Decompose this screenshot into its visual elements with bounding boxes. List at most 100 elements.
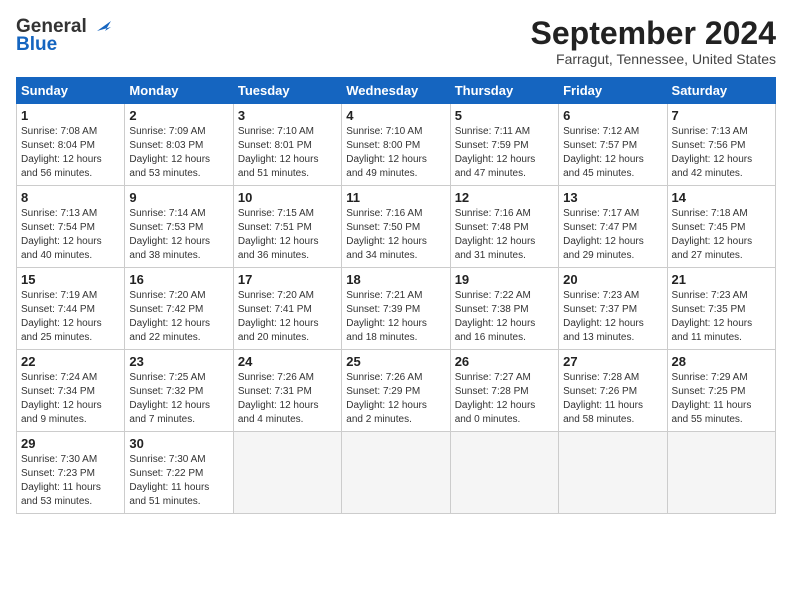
table-row: 26 Sunrise: 7:27 AMSunset: 7:28 PMDaylig… (450, 350, 558, 432)
day-info: Sunrise: 7:10 AMSunset: 8:01 PMDaylight:… (238, 126, 319, 179)
table-row: 15 Sunrise: 7:19 AMSunset: 7:44 PMDaylig… (17, 268, 125, 350)
day-number: 17 (238, 272, 337, 287)
col-saturday: Saturday (667, 78, 775, 104)
table-row: 2 Sunrise: 7:09 AMSunset: 8:03 PMDayligh… (125, 104, 233, 186)
table-row: 23 Sunrise: 7:25 AMSunset: 7:32 PMDaylig… (125, 350, 233, 432)
day-number: 16 (129, 272, 228, 287)
col-wednesday: Wednesday (342, 78, 450, 104)
day-info: Sunrise: 7:16 AMSunset: 7:50 PMDaylight:… (346, 208, 427, 261)
day-number: 15 (21, 272, 120, 287)
day-info: Sunrise: 7:09 AMSunset: 8:03 PMDaylight:… (129, 126, 210, 179)
day-info: Sunrise: 7:26 AMSunset: 7:31 PMDaylight:… (238, 372, 319, 425)
table-row: 5 Sunrise: 7:11 AMSunset: 7:59 PMDayligh… (450, 104, 558, 186)
day-info: Sunrise: 7:17 AMSunset: 7:47 PMDaylight:… (563, 208, 644, 261)
day-number: 22 (21, 354, 120, 369)
col-monday: Monday (125, 78, 233, 104)
day-info: Sunrise: 7:28 AMSunset: 7:26 PMDaylight:… (563, 372, 643, 425)
day-number: 27 (563, 354, 662, 369)
table-row: 28 Sunrise: 7:29 AMSunset: 7:25 PMDaylig… (667, 350, 775, 432)
table-row: 20 Sunrise: 7:23 AMSunset: 7:37 PMDaylig… (559, 268, 667, 350)
table-row: 1 Sunrise: 7:08 AMSunset: 8:04 PMDayligh… (17, 104, 125, 186)
day-number: 7 (672, 108, 771, 123)
day-info: Sunrise: 7:10 AMSunset: 8:00 PMDaylight:… (346, 126, 427, 179)
day-info: Sunrise: 7:26 AMSunset: 7:29 PMDaylight:… (346, 372, 427, 425)
day-info: Sunrise: 7:29 AMSunset: 7:25 PMDaylight:… (672, 372, 752, 425)
day-number: 9 (129, 190, 228, 205)
day-number: 6 (563, 108, 662, 123)
logo-blue: Blue (16, 34, 57, 56)
day-info: Sunrise: 7:11 AMSunset: 7:59 PMDaylight:… (455, 126, 536, 179)
day-number: 19 (455, 272, 554, 287)
day-number: 25 (346, 354, 445, 369)
table-row: 30 Sunrise: 7:30 AMSunset: 7:22 PMDaylig… (125, 432, 233, 514)
day-info: Sunrise: 7:15 AMSunset: 7:51 PMDaylight:… (238, 208, 319, 261)
header: General Blue September 2024 Farragut, Te… (16, 16, 776, 67)
table-row (667, 432, 775, 514)
day-number: 13 (563, 190, 662, 205)
day-info: Sunrise: 7:23 AMSunset: 7:35 PMDaylight:… (672, 290, 753, 343)
day-number: 26 (455, 354, 554, 369)
day-number: 12 (455, 190, 554, 205)
day-info: Sunrise: 7:08 AMSunset: 8:04 PMDaylight:… (21, 126, 102, 179)
table-row (450, 432, 558, 514)
col-thursday: Thursday (450, 78, 558, 104)
col-friday: Friday (559, 78, 667, 104)
table-row: 12 Sunrise: 7:16 AMSunset: 7:48 PMDaylig… (450, 186, 558, 268)
location: Farragut, Tennessee, United States (531, 51, 776, 67)
table-row: 22 Sunrise: 7:24 AMSunset: 7:34 PMDaylig… (17, 350, 125, 432)
day-info: Sunrise: 7:21 AMSunset: 7:39 PMDaylight:… (346, 290, 427, 343)
day-number: 3 (238, 108, 337, 123)
day-info: Sunrise: 7:12 AMSunset: 7:57 PMDaylight:… (563, 126, 644, 179)
table-row: 8 Sunrise: 7:13 AMSunset: 7:54 PMDayligh… (17, 186, 125, 268)
day-number: 29 (21, 436, 120, 451)
table-row: 19 Sunrise: 7:22 AMSunset: 7:38 PMDaylig… (450, 268, 558, 350)
day-info: Sunrise: 7:19 AMSunset: 7:44 PMDaylight:… (21, 290, 102, 343)
day-info: Sunrise: 7:18 AMSunset: 7:45 PMDaylight:… (672, 208, 753, 261)
day-info: Sunrise: 7:14 AMSunset: 7:53 PMDaylight:… (129, 208, 210, 261)
day-number: 10 (238, 190, 337, 205)
table-row (342, 432, 450, 514)
table-row: 10 Sunrise: 7:15 AMSunset: 7:51 PMDaylig… (233, 186, 341, 268)
day-info: Sunrise: 7:24 AMSunset: 7:34 PMDaylight:… (21, 372, 102, 425)
table-row: 14 Sunrise: 7:18 AMSunset: 7:45 PMDaylig… (667, 186, 775, 268)
col-sunday: Sunday (17, 78, 125, 104)
day-info: Sunrise: 7:16 AMSunset: 7:48 PMDaylight:… (455, 208, 536, 261)
table-row: 27 Sunrise: 7:28 AMSunset: 7:26 PMDaylig… (559, 350, 667, 432)
day-number: 11 (346, 190, 445, 205)
table-row (233, 432, 341, 514)
table-row: 11 Sunrise: 7:16 AMSunset: 7:50 PMDaylig… (342, 186, 450, 268)
day-info: Sunrise: 7:30 AMSunset: 7:22 PMDaylight:… (129, 454, 209, 507)
page: General Blue September 2024 Farragut, Te… (0, 0, 792, 524)
calendar-table: Sunday Monday Tuesday Wednesday Thursday… (16, 77, 776, 514)
day-info: Sunrise: 7:20 AMSunset: 7:41 PMDaylight:… (238, 290, 319, 343)
day-number: 1 (21, 108, 120, 123)
day-number: 14 (672, 190, 771, 205)
day-number: 8 (21, 190, 120, 205)
table-row: 18 Sunrise: 7:21 AMSunset: 7:39 PMDaylig… (342, 268, 450, 350)
table-row: 25 Sunrise: 7:26 AMSunset: 7:29 PMDaylig… (342, 350, 450, 432)
table-row: 9 Sunrise: 7:14 AMSunset: 7:53 PMDayligh… (125, 186, 233, 268)
day-number: 21 (672, 272, 771, 287)
table-row: 7 Sunrise: 7:13 AMSunset: 7:56 PMDayligh… (667, 104, 775, 186)
day-info: Sunrise: 7:27 AMSunset: 7:28 PMDaylight:… (455, 372, 536, 425)
day-number: 4 (346, 108, 445, 123)
table-row: 3 Sunrise: 7:10 AMSunset: 8:01 PMDayligh… (233, 104, 341, 186)
day-info: Sunrise: 7:22 AMSunset: 7:38 PMDaylight:… (455, 290, 536, 343)
table-row: 6 Sunrise: 7:12 AMSunset: 7:57 PMDayligh… (559, 104, 667, 186)
logo-bird-icon (89, 17, 111, 35)
day-info: Sunrise: 7:30 AMSunset: 7:23 PMDaylight:… (21, 454, 101, 507)
day-info: Sunrise: 7:13 AMSunset: 7:56 PMDaylight:… (672, 126, 753, 179)
table-row: 4 Sunrise: 7:10 AMSunset: 8:00 PMDayligh… (342, 104, 450, 186)
day-number: 23 (129, 354, 228, 369)
day-number: 18 (346, 272, 445, 287)
table-row: 17 Sunrise: 7:20 AMSunset: 7:41 PMDaylig… (233, 268, 341, 350)
day-info: Sunrise: 7:13 AMSunset: 7:54 PMDaylight:… (21, 208, 102, 261)
day-number: 5 (455, 108, 554, 123)
table-row: 29 Sunrise: 7:30 AMSunset: 7:23 PMDaylig… (17, 432, 125, 514)
title-block: September 2024 Farragut, Tennessee, Unit… (531, 16, 776, 67)
day-number: 24 (238, 354, 337, 369)
month-title: September 2024 (531, 16, 776, 51)
day-number: 20 (563, 272, 662, 287)
day-number: 28 (672, 354, 771, 369)
day-number: 2 (129, 108, 228, 123)
